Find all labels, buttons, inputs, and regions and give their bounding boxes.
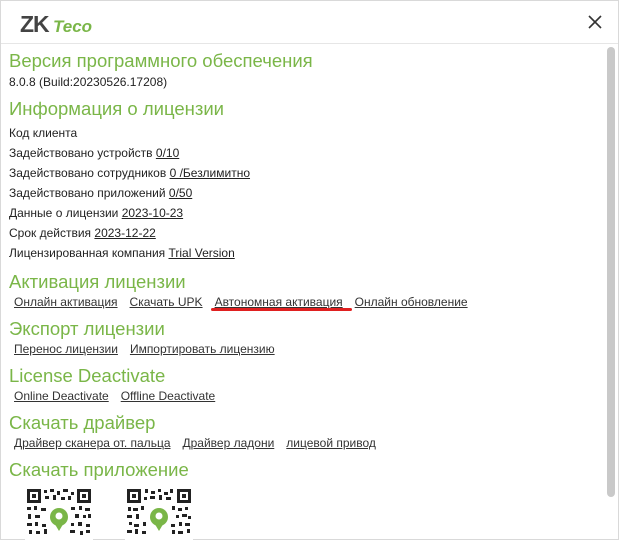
online-activation-link[interactable]: Онлайн активация — [14, 295, 118, 309]
offline-activation-link[interactable]: Автономная активация — [215, 295, 343, 309]
license-export-title: Экспорт лицензии — [9, 318, 165, 339]
vertical-scrollbar[interactable] — [607, 47, 615, 497]
license-row-expiry: Срок действия 2023-12-22 — [9, 226, 156, 240]
offline-deactivate-link[interactable]: Offline Deactivate — [121, 389, 216, 403]
license-deactivate-title: License Deactivate — [9, 365, 166, 386]
driver-links: Драйвер сканера от. пальца Драйвер ладони… — [9, 434, 604, 452]
export-links: Перенос лицензии Импортировать лицензию — [9, 340, 604, 358]
app-qr-code-ios[interactable] — [125, 487, 193, 540]
offline-activation-highlight — [211, 308, 352, 311]
license-row-apps: Задействовано приложений 0/50 — [9, 186, 193, 200]
palm-driver-link[interactable]: Драйвер ладони — [183, 436, 275, 450]
driver-download-title: Скачать драйвер — [9, 412, 156, 433]
license-info-title: Информация о лицензии — [9, 98, 225, 119]
license-row-license-date: Данные о лицензии 2023-10-23 — [9, 206, 184, 220]
license-row-client-code: Код клиента — [9, 126, 78, 140]
license-row-company: Лицензированная компания Trial Version — [9, 246, 235, 260]
svg-text:ZK: ZK — [20, 12, 50, 36]
online-deactivate-link[interactable]: Online Deactivate — [14, 389, 109, 403]
software-version-value: 8.0.8 (Build:20230526.17208) — [9, 75, 168, 89]
dialog-titlebar: ZK Teco — [1, 1, 618, 44]
transfer-license-link[interactable]: Перенос лицензии — [14, 342, 118, 356]
license-dialog: ZK Teco Версия программного обеспечения … — [0, 0, 619, 540]
app-qr-code-android[interactable] — [25, 487, 93, 540]
fingerprint-driver-link[interactable]: Драйвер сканера от. пальца — [14, 436, 171, 450]
close-icon[interactable] — [586, 13, 604, 31]
license-info-list: Код клиента Задействовано устройств 0/10… — [9, 123, 604, 263]
download-upk-link[interactable]: Скачать UPK — [130, 295, 203, 309]
software-version-title: Версия программного обеспечения — [9, 50, 313, 71]
face-driver-link[interactable]: лицевой привод — [286, 436, 376, 450]
import-license-link[interactable]: Импортировать лицензию — [130, 342, 275, 356]
dialog-content: Версия программного обеспечения 8.0.8 (B… — [1, 45, 604, 540]
license-row-devices: Задействовано устройств 0/10 — [9, 146, 180, 160]
svg-text:Teco: Teco — [53, 17, 92, 36]
deactivate-links: Online Deactivate Offline Deactivate — [9, 387, 604, 405]
online-update-link[interactable]: Онлайн обновление — [355, 295, 468, 309]
app-download-title: Скачать приложение — [9, 459, 189, 480]
license-row-employees: Задействовано сотрудников 0 /Безлимитно — [9, 166, 251, 180]
zkteco-logo: ZK Teco — [20, 12, 92, 36]
license-activation-title: Активация лицензии — [9, 271, 186, 292]
